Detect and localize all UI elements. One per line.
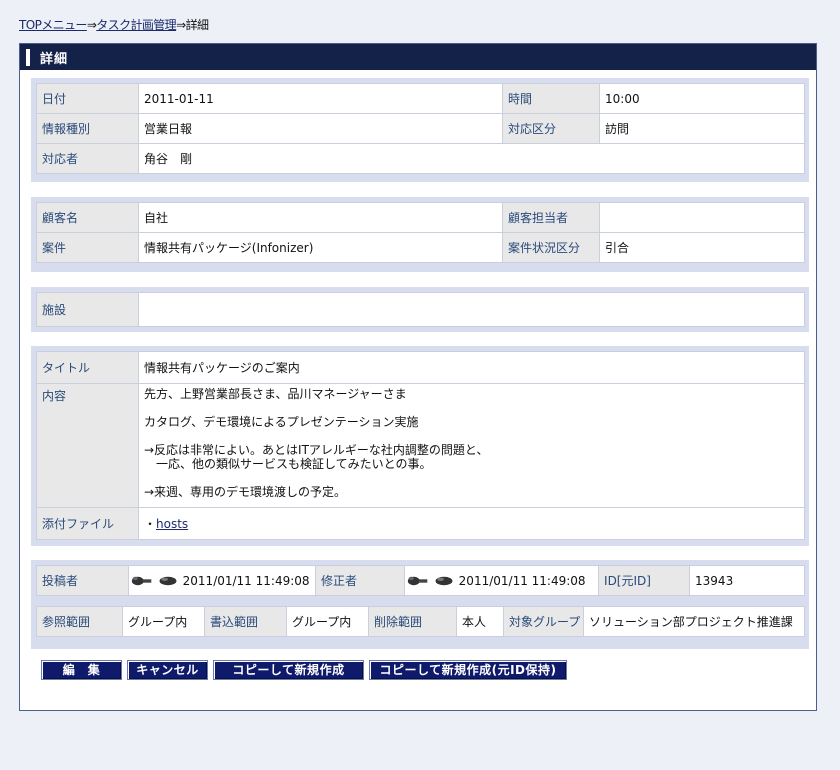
delete-scope-value: 本人 [456,606,504,637]
poster-avatar-icon [159,576,177,586]
copy-new-keep-id-button[interactable]: コピーして新規作成(元ID保持) [369,660,567,680]
write-scope-label: 書込範囲 [204,606,287,637]
meta-block: 投稿者 2011/01/11 11:49:08 修正者 2011/01/11 1… [31,560,809,649]
response-type-value: 訪問 [599,113,805,144]
content-block: タイトル 情報共有パッケージのご案内 内容 先方、上野営業部長さま、品川マネージ… [31,346,809,546]
poster-time: 2011/01/11 11:49:08 [182,573,310,588]
title-value: 情報共有パッケージのご案内 [138,351,805,384]
facility-value [138,292,805,327]
content-line [144,401,799,415]
modifier-time: 2011/01/11 11:49:08 [458,573,586,588]
meta-table: 投稿者 2011/01/11 11:49:08 修正者 2011/01/11 1… [36,565,806,596]
responder-value: 角谷 剛 [138,143,805,174]
attachment-file-link[interactable]: hosts [156,517,188,531]
content-line: →反応は非常によい。あとはITアレルギーな社内調整の問題と、 [144,443,489,457]
panel-title: 詳細 [40,52,69,67]
poster-avatar-icon [131,576,152,586]
write-scope-value: グループ内 [286,606,369,637]
panel-header: 詳細 [20,44,816,70]
content-line [144,471,799,485]
breadcrumb-task-plan-link[interactable]: タスク計画管理 [96,18,176,32]
breadcrumb-top-menu-link[interactable]: TOPメニュー [19,18,87,32]
project-label: 案件 [36,232,139,263]
facility-table: 施設 [36,292,805,327]
id-label: ID[元ID] [598,565,691,596]
customer-table: 顧客名 自社 顧客担当者 案件 情報共有パッケージ(Infonizer) 案件状… [36,202,805,263]
content-label: 内容 [36,383,139,508]
content-table: タイトル 情報共有パッケージのご案内 内容 先方、上野営業部長さま、品川マネージ… [36,351,805,540]
id-value: 13943 [689,565,806,596]
ref-scope-label: 参照範囲 [36,606,123,637]
date-value: 2011-01-11 [138,83,503,114]
basic-info-table: 日付 2011-01-11 時間 10:00 情報種別 営業日報 対応区分 訪問… [36,83,805,174]
customer-contact-value [599,202,805,233]
content-line: →来週、専用のデモ環境渡しの予定。 [144,485,347,499]
edit-button[interactable]: 編 集 [41,660,122,680]
modifier-avatar-icon [435,576,453,586]
customer-block: 顧客名 自社 顧客担当者 案件 情報共有パッケージ(Infonizer) 案件状… [31,197,809,272]
customer-label: 顧客名 [36,202,139,233]
content-line: 先方、上野営業部長さま、品川マネージャーさま [144,387,407,401]
customer-contact-label: 顧客担当者 [502,202,600,233]
info-type-label: 情報種別 [36,113,139,144]
target-group-value: ソリューション部プロジェクト推進課 [583,606,805,637]
time-value: 10:00 [599,83,805,114]
content-line [144,429,799,443]
modifier-value: 2011/01/11 11:49:08 [404,565,600,596]
content-body: 先方、上野営業部長さま、品川マネージャーさま カタログ、デモ環境によるプレゼンテ… [138,383,805,508]
title-label: タイトル [36,351,139,384]
responder-label: 対応者 [36,143,139,174]
time-label: 時間 [502,83,600,114]
project-status-label: 案件状況区分 [502,232,600,263]
breadcrumb: TOPメニュー⇒タスク計画管理⇒詳細 [19,16,209,33]
detail-panel: 詳細 日付 2011-01-11 時間 10:00 情報種別 営業日報 対応区分… [19,43,817,711]
target-group-label: 対象グループ [503,606,584,637]
header-accent-bar [26,49,30,66]
breadcrumb-current: 詳細 [185,18,209,32]
attachment-value: ・hosts [138,507,805,540]
project-status-value: 引合 [599,232,805,263]
date-label: 日付 [36,83,139,114]
customer-value: 自社 [138,202,503,233]
project-value: 情報共有パッケージ(Infonizer) [138,232,503,263]
facility-label: 施設 [36,292,139,327]
basic-info-block: 日付 2011-01-11 時間 10:00 情報種別 営業日報 対応区分 訪問… [31,78,809,182]
poster-label: 投稿者 [36,565,129,596]
attachment-label: 添付ファイル [36,507,139,540]
content-line: カタログ、デモ環境によるプレゼンテーション実施 [144,415,419,429]
poster-value: 2011/01/11 11:49:08 [127,565,317,596]
copy-new-button[interactable]: コピーして新規作成 [213,660,364,680]
response-type-label: 対応区分 [502,113,600,144]
delete-scope-label: 削除範囲 [368,606,457,637]
breadcrumb-separator: ⇒ [86,18,97,32]
cancel-button[interactable]: キャンセル [127,660,208,680]
info-type-value: 営業日報 [138,113,503,144]
content-line: 一応、他の類似サービスも検証してみたいとの事。 [144,457,432,471]
scope-table: 参照範囲 グループ内 書込範囲 グループ内 削除範囲 本人 対象グループ ソリュ… [36,606,805,637]
modifier-label: 修正者 [315,565,406,596]
attachment-bullet: ・ [144,517,157,531]
breadcrumb-separator: ⇒ [176,18,186,32]
facility-block: 施設 [31,287,809,332]
modifier-avatar-icon [407,576,428,586]
ref-scope-value: グループ内 [122,606,205,637]
